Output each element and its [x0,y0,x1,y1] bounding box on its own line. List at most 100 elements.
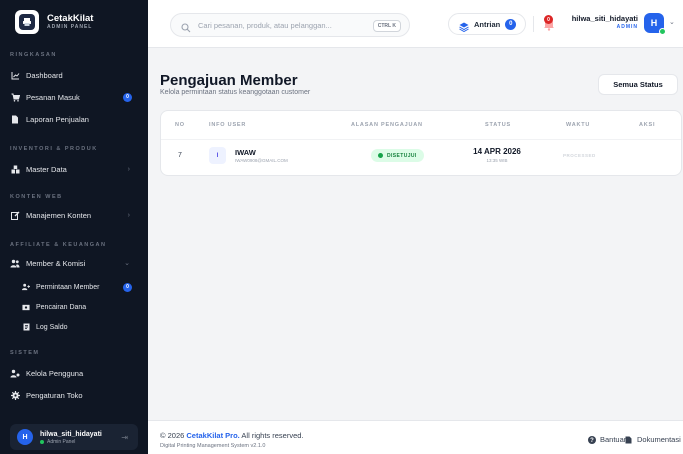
pesanan-count-badge: 0 [123,92,132,102]
page-title: Pengajuan Member [160,72,298,89]
users-cog-icon [10,368,20,378]
member-requests-table: NO INFO USER ALASAN PENGAJUAN STATUS WAK… [160,110,682,176]
sidebar-user-name: hilwa_siti_hidayati [40,430,102,438]
logout-icon[interactable]: ⇥ [121,433,128,442]
column-header-info-user: INFO USER [209,122,247,128]
sidebar-item-label: Member & Komisi [26,258,86,268]
layers-icon [459,19,469,33]
request-time: 13:35 WIB [486,158,508,163]
sidebar-item-label: Master Data [26,164,67,174]
sidebar-item-label: Pengaturan Toko [26,390,83,400]
status-badge-label: DISETUJUI [387,152,417,159]
docs-label: Dokumentasi [637,435,681,444]
section-label-sistem: SISTEM [10,350,40,356]
header-avatar-initial: H [650,18,658,28]
chevron-right-icon: › [127,211,130,219]
brand[interactable]: CetakKilat ADMIN PANEL [15,10,93,34]
question-circle-icon: ? [588,435,596,444]
brand-subtitle: ADMIN PANEL [47,24,93,30]
copyright-text: © 2026 CetakKilat Pro. All rights reserv… [160,431,304,440]
sidebar-subitem-label: Permintaan Member [36,283,100,291]
page-subtitle: Kelola permintaan status keanggotaan cus… [160,89,311,96]
sidebar-user-card[interactable]: H hilwa_siti_hidayati Admin Panel ⇥ [10,424,138,450]
user-email: IWAW0908@GMAIL.COM [235,158,288,163]
brand-name: CetakKilat [47,13,94,24]
header-avatar[interactable]: H [644,13,666,35]
sidebar-subitem-log-saldo[interactable]: Log Saldo [22,319,138,335]
antrian-button[interactable]: Antrian 0 [448,13,526,35]
header-divider [533,16,534,32]
user-name: IWAW [235,148,256,157]
edit-icon [10,210,20,220]
sidebar-user-role-label: Admin Panel [47,438,76,445]
column-header-no: NO [175,122,185,128]
document-icon [625,436,633,444]
cart-icon [10,92,20,102]
search-placeholder: Cari pesanan, produk, atau pelanggan... [198,20,332,30]
help-link[interactable]: ? Bantuan [588,435,628,444]
column-header-waktu: WAKTU [566,122,591,128]
notification-bell-icon[interactable]: 0 [542,15,556,31]
sidebar-item-label: Manajemen Konten [26,210,92,220]
online-status-dot [659,28,666,35]
column-header-status: STATUS [485,122,511,128]
user-add-icon [22,283,30,291]
column-header-alasan: ALASAN PENGAJUAN [351,122,423,128]
permintaan-count-badge: 0 [123,282,132,292]
chevron-down-icon: ⌄ [124,260,130,267]
notification-count-badge: 0 [544,15,553,24]
svg-text:?: ? [590,438,594,444]
section-label-affiliate: AFFILIATE & KEUANGAN [10,242,107,248]
table-header-divider [161,139,681,140]
sidebar: CetakKilat ADMIN PANEL RINGKASAN Dashboa… [0,0,148,454]
sidebar-item-pesanan-masuk[interactable]: Pesanan Masuk 0 [10,88,138,106]
version-text: Digital Printing Management System v2.1.… [160,443,266,449]
header-user-name: hilwa_siti_hidayati [571,14,638,23]
sidebar-item-label: Pesanan Masuk [26,92,80,102]
search-icon [181,20,191,33]
sidebar-item-laporan-penjualan[interactable]: Laporan Penjualan [10,110,138,128]
sidebar-item-label: Kelola Pengguna [26,368,84,378]
gear-icon [10,390,20,400]
printer-logo-icon [15,10,39,34]
copyright-brand-link[interactable]: CetakKilat Pro. [186,431,239,440]
copyright-prefix: © 2026 [160,431,185,440]
section-label-konten-web: KONTEN WEB [10,194,63,200]
chevron-down-icon[interactable]: ⌄ [669,18,675,26]
avatar: H [17,429,33,445]
money-icon [22,303,30,311]
sidebar-item-label: Dashboard [26,70,63,80]
online-dot [40,439,44,444]
row-number: 7 [178,152,182,159]
sidebar-item-master-data[interactable]: Master Data › [10,160,138,178]
sidebar-item-pengaturan-toko[interactable]: Pengaturan Toko [10,386,138,404]
section-label-inventori: INVENTORI & PRODUK [10,146,98,152]
top-header: Cari pesanan, produk, atau pelanggan... … [148,0,683,48]
chevron-right-icon: › [127,165,130,173]
chart-line-icon [10,70,20,80]
sidebar-subitem-label: Pencairan Dana [36,303,87,311]
docs-link[interactable]: Dokumentasi [625,435,681,444]
section-label-ringkasan: RINGKASAN [10,52,57,58]
search-input[interactable]: Cari pesanan, produk, atau pelanggan... … [170,13,410,37]
sidebar-subitem-label: Log Saldo [36,323,68,331]
header-user-info[interactable]: hilwa_siti_hidayati ADMIN [570,14,638,30]
footer: © 2026 CetakKilat Pro. All rights reserv… [148,420,683,454]
status-badge: DISETUJUI [371,149,424,162]
search-shortcut-hint: CTRL K [372,20,401,32]
antrian-count-badge: 0 [505,18,517,30]
help-label: Bantuan [600,435,628,444]
request-date: 14 APR 2026 [473,147,521,156]
status-filter-select[interactable]: Semua Status [598,74,678,95]
check-circle-icon [378,153,383,158]
sidebar-subitem-pencairan-dana[interactable]: Pencairan Dana [22,299,138,315]
header-user-role: ADMIN [616,24,638,30]
sidebar-item-member-komisi[interactable]: Member & Komisi ⌄ [10,254,138,272]
sidebar-item-kelola-pengguna[interactable]: Kelola Pengguna [10,364,138,382]
boxes-icon [10,164,20,174]
sidebar-subitem-permintaan-member[interactable]: Permintaan Member 0 [22,279,138,295]
file-icon [10,114,20,124]
antrian-label: Antrian [474,19,501,29]
sidebar-item-dashboard[interactable]: Dashboard [10,66,138,84]
sidebar-item-manajemen-konten[interactable]: Manajemen Konten › [10,206,138,224]
